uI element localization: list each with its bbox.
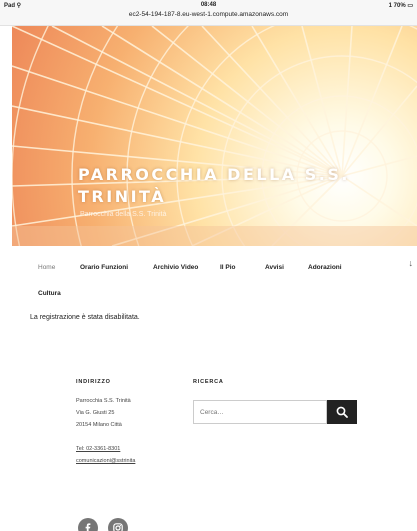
nav-item-cultura[interactable]: Cultura [38,290,61,297]
nav-item-adorazioni[interactable]: Adorazioni [308,264,342,271]
browser-status-bar: Pad ⚲ 08:48 ec2-54-194-187-8.eu-west-1.c… [0,0,417,26]
email-link[interactable]: comunicazioni@sstrinita [76,458,135,464]
site-tagline: Parrocchia della S.S. Trinità [80,211,167,218]
nav-item-archivio-video[interactable]: Archivio Video [153,264,198,271]
clock: 08:48 [200,2,217,8]
main-navigation: Home Orario Funzioni Archivio Video Il P… [12,258,417,306]
registration-disabled-message: La registrazione è stata disabilitata. [30,314,140,321]
search-field-container [193,400,327,424]
address-line: 20154 Milano Città [76,422,122,428]
header-banner: Parrocchia della S.S. Trinità Parrocchia… [12,26,417,246]
phone-link[interactable]: Tel: 02-3361-8301 [76,446,120,452]
search-button[interactable] [327,400,357,424]
search-widget-title: Ricerca [193,379,224,385]
nav-item-home[interactable]: Home [38,264,55,271]
address-line: Parrocchia S.S. Trinità [76,398,131,404]
site-title[interactable]: Parrocchia della S.S. Trinità [78,164,408,208]
arrow-down-icon[interactable]: ↓ [409,258,414,268]
address-widget-title: Indirizzo [76,379,111,385]
search-icon [336,406,348,418]
nav-item-orario-funzioni[interactable]: Orario Funzioni [80,264,128,271]
facebook-icon[interactable] [78,518,98,531]
address-line: Via G. Giusti 25 [76,410,115,416]
battery-indicator: 1 70% ▭ [388,3,413,9]
stained-glass-image [12,26,417,246]
address-bar-url[interactable]: ec2-54-194-187-8.eu-west-1.compute.amazo… [0,11,417,18]
instagram-icon[interactable] [108,518,128,531]
nav-item-avvisi[interactable]: Avvisi [265,264,284,271]
nav-item-il-pio[interactable]: Il Pio [220,264,236,271]
search-input[interactable] [200,409,320,416]
